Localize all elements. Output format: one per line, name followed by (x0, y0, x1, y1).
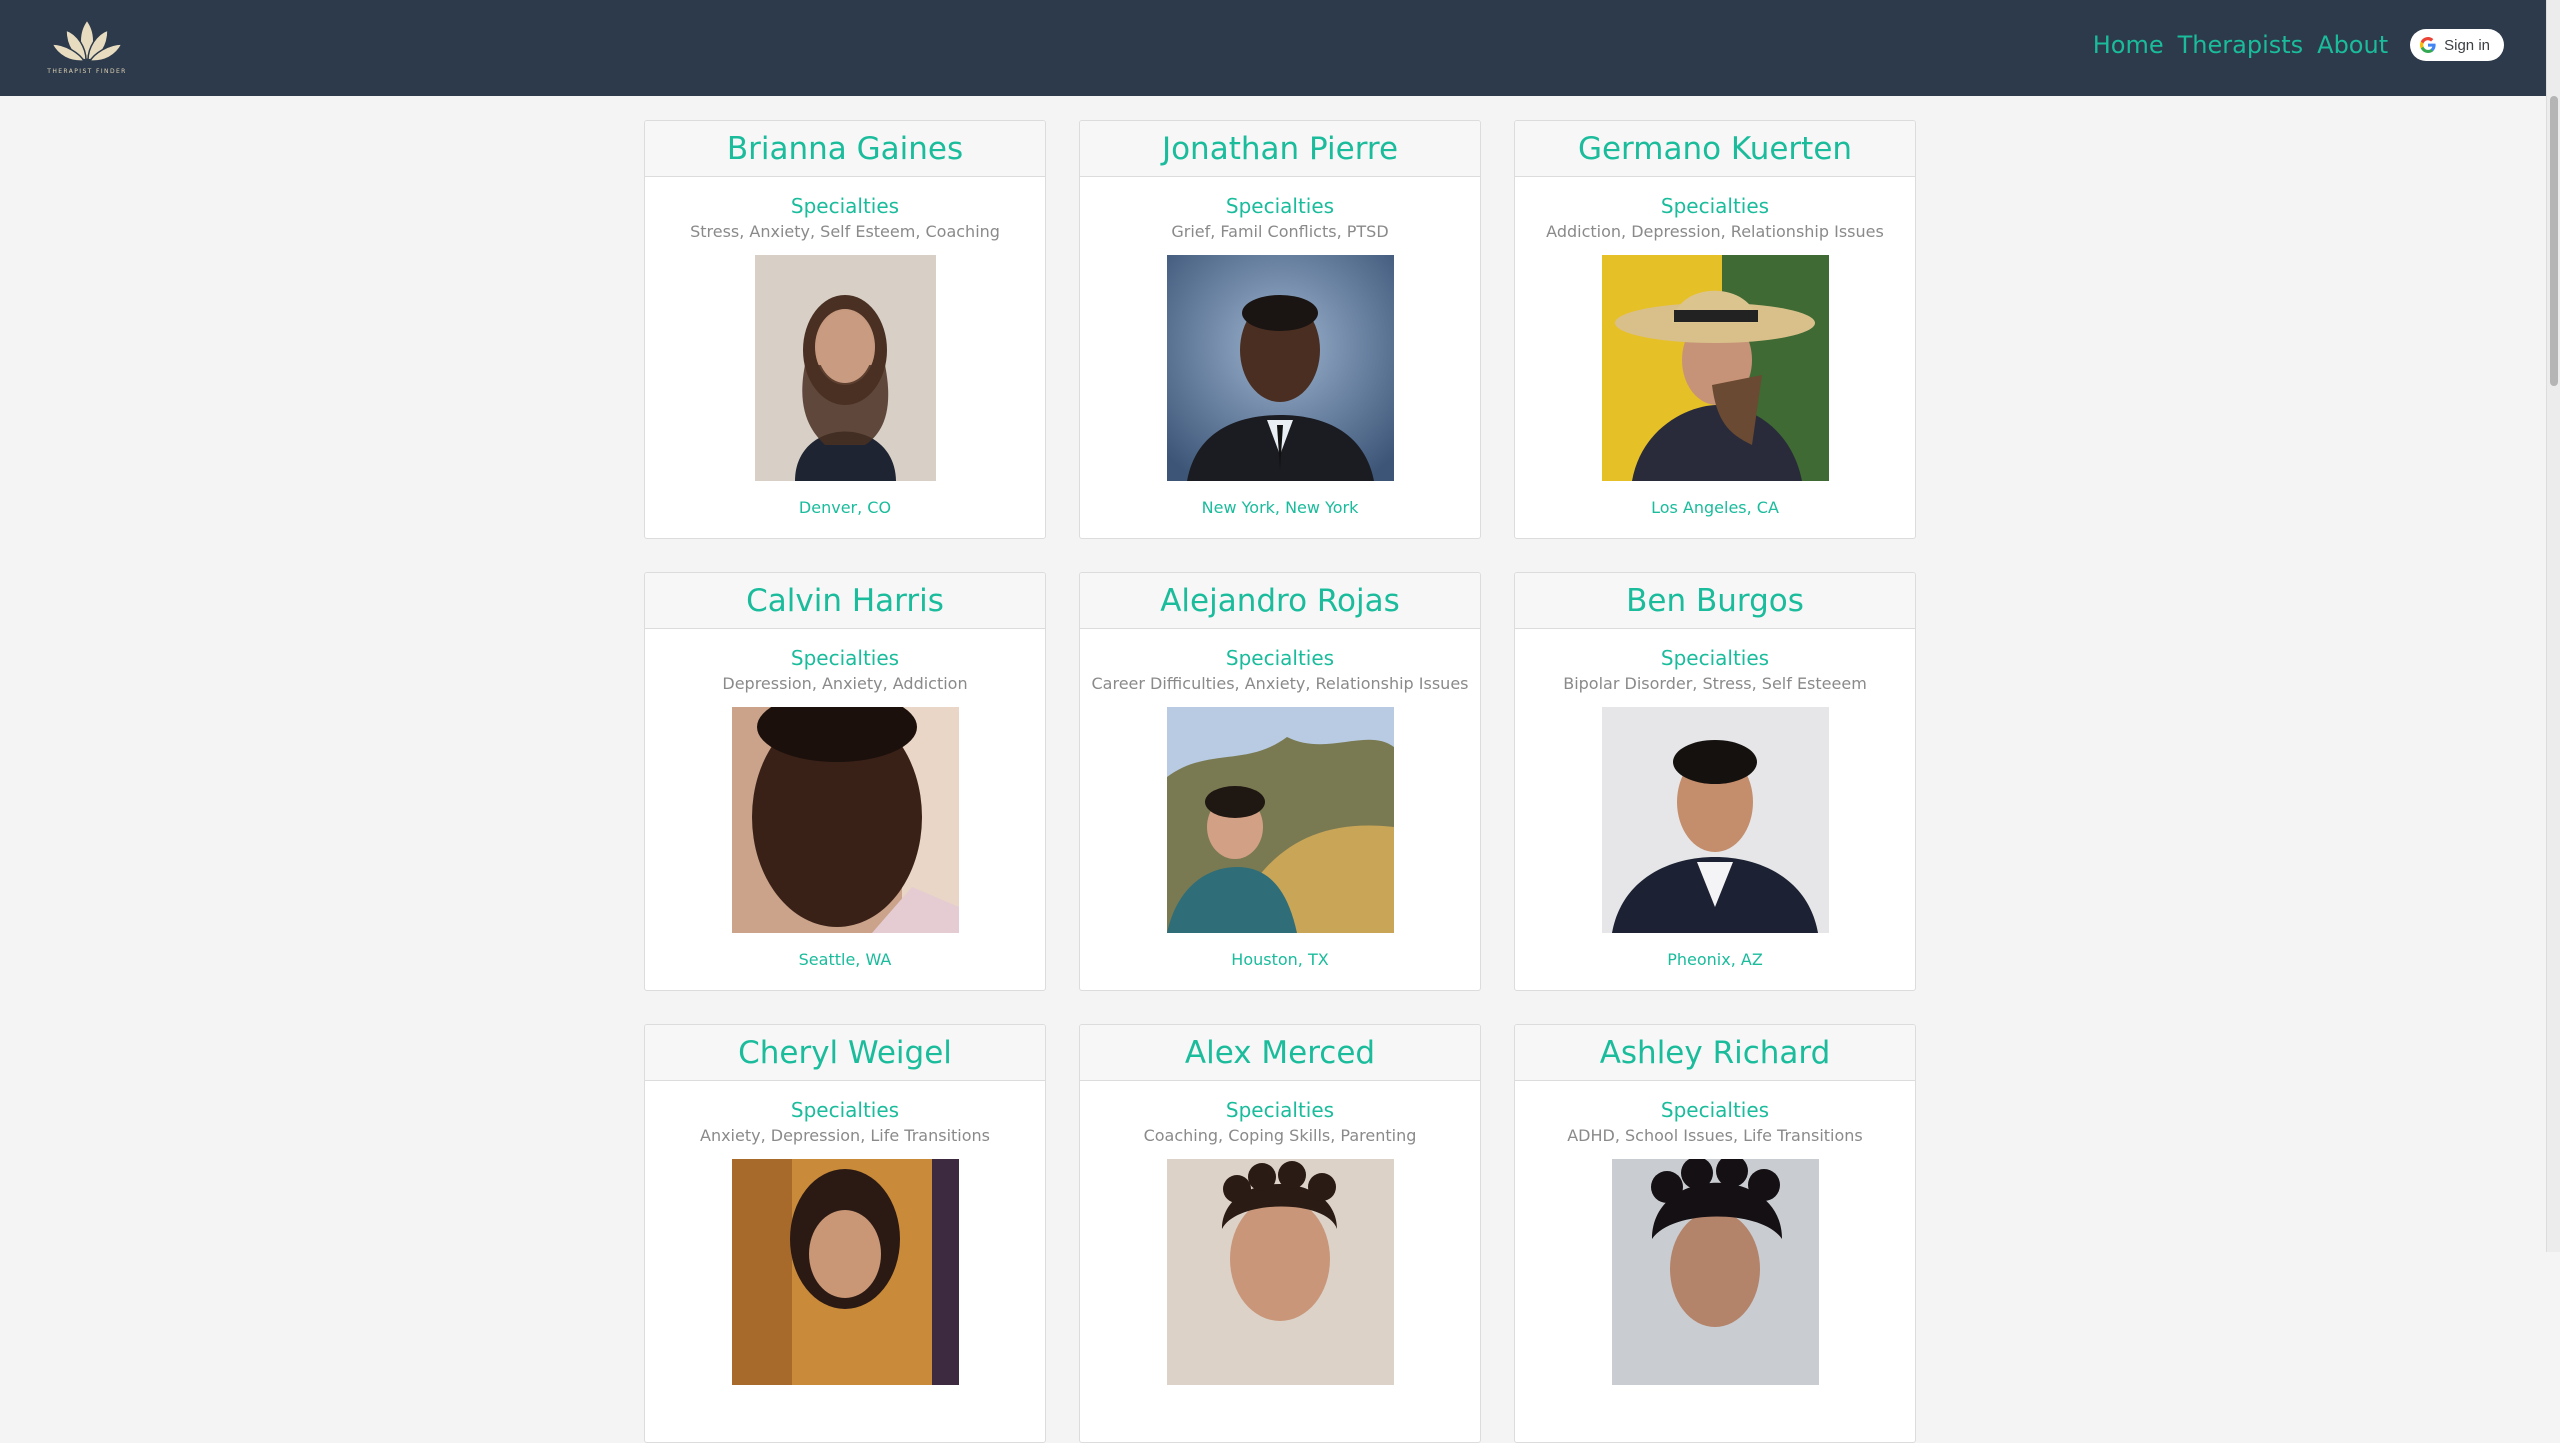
page-scrollbar[interactable] (2546, 0, 2560, 1252)
therapist-name: Ashley Richard (1515, 1025, 1915, 1081)
therapist-photo (1601, 707, 1829, 933)
therapist-name: Brianna Gaines (645, 121, 1045, 177)
specialties-list: Stress, Anxiety, Self Esteem, Coaching (690, 222, 1000, 241)
signin-label: Sign in (2444, 36, 2490, 54)
therapist-location: Pheonix, AZ (1667, 950, 1763, 969)
nav-links: Home Therapists About Sign in (2093, 28, 2504, 62)
therapist-photo (754, 255, 936, 481)
nav-about-link[interactable]: About (2317, 28, 2388, 62)
therapist-location: Los Angeles, CA (1651, 498, 1779, 517)
specialties-list: Addiction, Depression, Relationship Issu… (1546, 222, 1884, 241)
therapist-card[interactable]: Ashley Richard Specialties ADHD, School … (1514, 1024, 1916, 1443)
therapist-name: Jonathan Pierre (1080, 121, 1480, 177)
therapist-card[interactable]: Brianna Gaines Specialties Stress, Anxie… (644, 120, 1046, 539)
nav-home-link[interactable]: Home (2093, 28, 2164, 62)
therapist-photo (1611, 1159, 1819, 1385)
therapist-location: Houston, TX (1231, 950, 1329, 969)
specialties-heading: Specialties (1660, 194, 1770, 218)
google-signin-button[interactable]: Sign in (2410, 29, 2504, 61)
therapist-location: Seattle, WA (798, 950, 892, 969)
specialties-list: ADHD, School Issues, Life Transitions (1567, 1126, 1863, 1145)
specialties-heading: Specialties (790, 194, 900, 218)
therapist-name: Germano Kuerten (1515, 121, 1915, 177)
specialties-heading: Specialties (1660, 646, 1770, 670)
specialties-heading: Specialties (790, 1098, 900, 1122)
logo[interactable]: THERAPIST FINDER (44, 16, 130, 82)
therapist-photo (731, 1159, 959, 1385)
therapist-name: Cheryl Weigel (645, 1025, 1045, 1081)
therapist-card[interactable]: Germano Kuerten Specialties Addiction, D… (1514, 120, 1916, 539)
specialties-list: Anxiety, Depression, Life Transitions (700, 1126, 990, 1145)
specialties-heading: Specialties (1225, 646, 1335, 670)
specialties-heading: Specialties (1660, 1098, 1770, 1122)
specialties-list: Coaching, Coping Skills, Parenting (1143, 1126, 1417, 1145)
therapist-name: Alejandro Rojas (1080, 573, 1480, 629)
therapist-photo (731, 707, 959, 933)
therapist-photo (1601, 255, 1829, 481)
therapist-card[interactable]: Alejandro Rojas Specialties Career Diffi… (1079, 572, 1481, 991)
specialties-list: Bipolar Disorder, Stress, Self Esteeem (1563, 674, 1867, 693)
therapist-location: New York, New York (1201, 498, 1359, 517)
logo-text: THERAPIST FINDER (47, 68, 127, 75)
therapist-card[interactable]: Cheryl Weigel Specialties Anxiety, Depre… (644, 1024, 1046, 1443)
therapist-grid: Brianna Gaines Specialties Stress, Anxie… (644, 120, 1916, 1443)
therapist-photo (1166, 1159, 1394, 1385)
therapist-card[interactable]: Jonathan Pierre Specialties Grief, Famil… (1079, 120, 1481, 539)
therapist-name: Calvin Harris (645, 573, 1045, 629)
nav-therapists-link[interactable]: Therapists (2178, 28, 2304, 62)
lotus-icon (50, 18, 124, 62)
specialties-list: Career Difficulties, Anxiety, Relationsh… (1091, 674, 1469, 693)
therapist-card[interactable]: Alex Merced Specialties Coaching, Coping… (1079, 1024, 1481, 1443)
specialties-heading: Specialties (790, 646, 900, 670)
therapist-card[interactable]: Ben Burgos Specialties Bipolar Disorder,… (1514, 572, 1916, 991)
google-icon (2420, 37, 2436, 53)
therapist-photo (1166, 707, 1394, 933)
navbar: THERAPIST FINDER Home Therapists About S… (0, 0, 2560, 96)
therapist-location: Denver, CO (798, 498, 892, 517)
specialties-heading: Specialties (1225, 1098, 1335, 1122)
therapist-name: Ben Burgos (1515, 573, 1915, 629)
specialties-list: Grief, Famil Conflicts, PTSD (1171, 222, 1389, 241)
therapist-name: Alex Merced (1080, 1025, 1480, 1081)
specialties-heading: Specialties (1225, 194, 1335, 218)
therapist-card[interactable]: Calvin Harris Specialties Depression, An… (644, 572, 1046, 991)
therapist-photo (1166, 255, 1394, 481)
specialties-list: Depression, Anxiety, Addiction (722, 674, 968, 693)
scrollbar-thumb[interactable] (2550, 96, 2558, 386)
